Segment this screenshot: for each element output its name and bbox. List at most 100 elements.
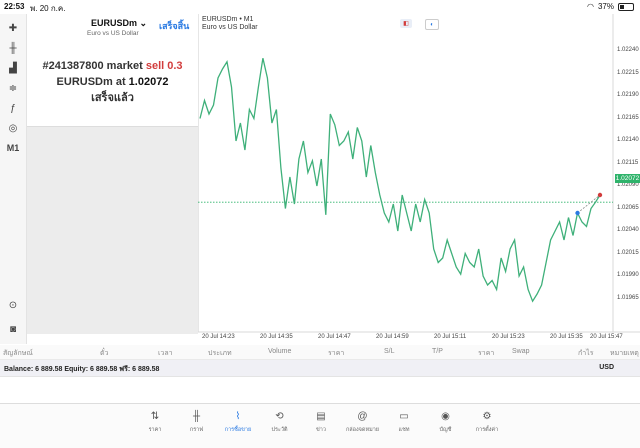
tab-quotes[interactable]: ⇅ ราคา [137, 410, 173, 440]
balance-currency: USD [599, 364, 614, 371]
function-icon[interactable]: ƒ [0, 98, 26, 118]
time-tick-label: 20 Jul 15:35 [550, 334, 583, 340]
candlestick-icon[interactable]: ╫ [0, 38, 26, 58]
tab-label: กราฟ [189, 427, 204, 433]
trade-panel-icon[interactable]: ◙ [0, 319, 26, 339]
bottom-tab-bar: ⇅ ราคา ╫ กราฟ ⌇ การซื้อขาย ⟲ ประวัติ ▤ ข่าว @ กล่อง… [0, 403, 640, 448]
history-icon: ⟲ [275, 411, 284, 422]
column-header[interactable]: สัญลักษณ์ [3, 348, 33, 359]
battery-icon [618, 2, 634, 11]
price-tick-label: 1.02015 [617, 249, 639, 256]
column-header[interactable]: ราคา [328, 348, 344, 359]
column-header[interactable]: หมายเหตุ [610, 348, 639, 359]
trade-connector-line [577, 194, 601, 214]
tab-trade[interactable]: ⌇ การซื้อขาย [220, 410, 256, 440]
price-tick-label: 1.02215 [617, 69, 639, 76]
price-tick-label: 1.02190 [617, 92, 639, 98]
time-tick-label: 20 Jul 14:35 [260, 334, 293, 340]
time-tick-label: 20 Jul 15:11 [434, 334, 467, 340]
trade-message: #241387800 market sell 0.3 EURUSDm at 1.… [27, 58, 198, 106]
balance-text: Balance: 6 889.58 Equity: 6 889.58 ฟรี: … [4, 366, 160, 373]
status-right: ◠ 37% [587, 2, 634, 11]
sell-chip-icon[interactable]: ◧ [400, 19, 412, 28]
tab-label: กล่องจดหมาย [345, 427, 380, 433]
tab-account[interactable]: ◉ บัญชี [428, 410, 464, 440]
tab-charts[interactable]: ╫ กราฟ [179, 410, 215, 440]
balance-row: Balance: 6 889.58 Equity: 6 889.58 ฟรี: … [0, 360, 640, 377]
price-tick-label: 1.02115 [617, 159, 639, 166]
tab-label: ประวัติ [271, 427, 288, 433]
crosshair-icon[interactable]: ✚ [0, 18, 26, 38]
zoom-icon[interactable]: ⊙ [0, 295, 26, 315]
mailbox-icon: @ [357, 411, 368, 422]
price-tick-label: 1.02040 [617, 227, 639, 233]
column-header[interactable]: T/P [432, 348, 443, 355]
entry-marker [575, 210, 580, 216]
column-header[interactable]: ราคา [478, 348, 494, 359]
column-header[interactable]: ประเภท [208, 348, 232, 359]
tab-news[interactable]: ▤ ข่าว [303, 410, 339, 440]
column-header[interactable]: Volume [268, 348, 291, 355]
tab-label: แชท [398, 427, 410, 433]
battery-percent: 37% [597, 2, 614, 11]
tab-history[interactable]: ⟲ ประวัติ [262, 410, 298, 440]
account-icon: ◉ [441, 411, 450, 422]
done-button[interactable]: เสร็จสิ้น [159, 19, 189, 33]
tab-mailbox[interactable]: @ กล่องจดหมาย [345, 410, 381, 440]
current-price-tag: 1.02072 [615, 174, 640, 183]
time-tick-label: 20 Jul 14:23 [202, 334, 235, 340]
order-info: #241387800 market [42, 60, 146, 72]
trade-message-status: เสร็จแล้ว [91, 92, 134, 104]
price-chart[interactable]: EURUSDm • M1 Euro vs US Dollar ◧ ◐ 1.022… [198, 14, 640, 344]
charts-icon: ╫ [192, 411, 201, 422]
price-series-line [199, 58, 601, 303]
price-tick-label: 1.01965 [617, 294, 639, 301]
one-click-icon[interactable]: ◐ [425, 19, 439, 30]
chart-toolbar: ✚ ╫ ▟ ≑ ƒ ◎ M1 ⊙ ◙ [0, 14, 27, 344]
settings-icon: ⚙ [482, 411, 492, 422]
wifi-icon: ◠ [587, 2, 594, 11]
tab-label: บัญชี [439, 427, 452, 433]
time-tick-label: 20 Jul 15:23 [492, 334, 525, 340]
tab-chat[interactable]: ▭ แชท [386, 410, 422, 440]
chart-symbol-description: Euro vs US Dollar [202, 24, 258, 31]
panel-background [27, 127, 198, 334]
price-tick-label: 1.02165 [617, 114, 639, 121]
time-tick-label: 20 Jul 14:47 [318, 334, 351, 340]
news-icon: ▤ [316, 411, 326, 422]
tab-label: ราคา [148, 427, 162, 433]
chart-type-icon[interactable]: ▟ [0, 58, 26, 78]
tab-label: การซื้อขาย [224, 427, 252, 433]
positions-table-header: สัญลักษณ์ ตั๋ว เวลา ประเภท Volume ราคา S/L T/P ร… [0, 345, 640, 360]
column-header[interactable]: กำไร [578, 348, 593, 359]
price-tick-label: 1.02065 [617, 204, 639, 211]
price-tick-label: 1.02240 [617, 47, 639, 53]
trade-message-line2: EURUSDm at 1.02072 [27, 74, 198, 90]
chat-icon: ▭ [399, 411, 409, 422]
column-header[interactable]: ตั๋ว [100, 348, 108, 359]
tab-settings[interactable]: ⚙ การตั้งค่า [469, 410, 505, 440]
time-tick-label: 20 Jul 15:47 [590, 334, 623, 340]
trade-message-line1: #241387800 market sell 0.3 [27, 58, 198, 74]
chart-canvas[interactable] [198, 14, 640, 344]
status-time: 22:53 [4, 2, 25, 11]
symbol-description: Euro vs US Dollar [87, 30, 139, 37]
column-header[interactable]: Swap [512, 348, 530, 355]
order-symbol-at: EURUSDm at [56, 76, 129, 88]
column-header[interactable]: S/L [384, 348, 395, 355]
battery-level [620, 4, 625, 9]
column-header[interactable]: เวลา [158, 348, 173, 359]
trade-result-panel: EURUSDm ⌄ Euro vs US Dollar เสร็จสิ้น #2… [27, 14, 198, 127]
chart-symbol-title: EURUSDm • M1 [202, 16, 254, 23]
symbol-selector[interactable]: EURUSDm ⌄ [91, 18, 147, 29]
exit-marker [597, 192, 603, 198]
objects-icon[interactable]: ◎ [0, 118, 26, 138]
price-tick-label: 1.01990 [617, 272, 639, 278]
quotes-icon: ⇅ [150, 411, 160, 422]
status-bar: 22:53 พ. 20 ก.ค. ◠ 37% [0, 0, 640, 14]
tab-label: ข่าว [316, 427, 326, 433]
tab-label: การตั้งค่า [475, 427, 499, 433]
indicators-icon[interactable]: ≑ [0, 78, 26, 98]
order-action: sell 0.3 [145, 60, 183, 72]
timeframe-button[interactable]: M1 [0, 138, 26, 158]
